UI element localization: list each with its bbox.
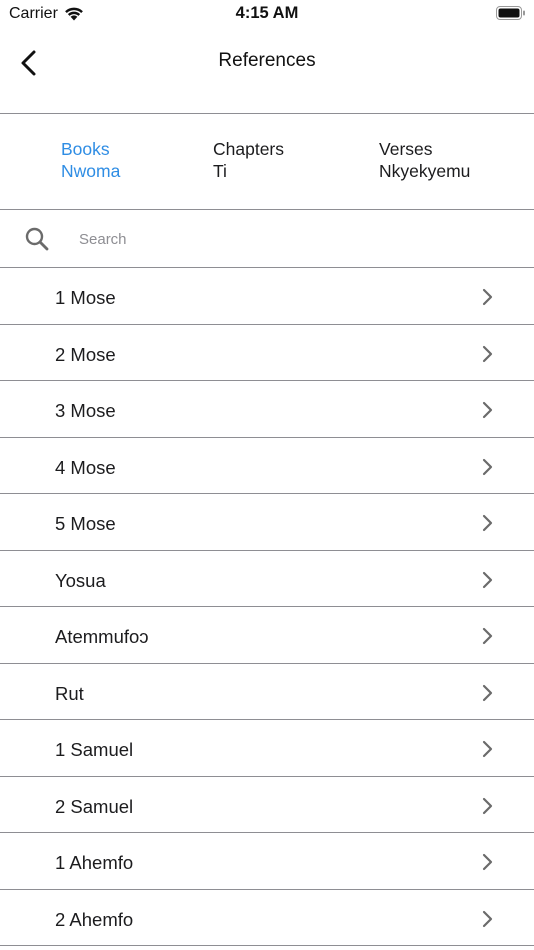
reference-tabs: Books Nwoma Chapters Ti Verses Nkyekyemu (0, 114, 534, 210)
book-name: 2 Samuel (55, 795, 134, 817)
search-bar (0, 210, 534, 268)
book-name: Rut (55, 682, 84, 704)
tab-chapters[interactable]: Chapters Ti (213, 138, 284, 182)
list-item[interactable]: Yosua (0, 551, 534, 607)
book-name: 1 Samuel (55, 739, 134, 760)
list-item[interactable]: 2 Ahemfo (0, 890, 534, 946)
book-name: Yosua (55, 569, 106, 591)
tab-books[interactable]: Books Nwoma (61, 138, 120, 182)
book-name: 3 Mose (55, 400, 116, 421)
list-item[interactable]: 2 Samuel (0, 777, 534, 833)
chevron-right-icon (482, 797, 493, 814)
book-list: 1 Mose 2 Mose 3 Mose 4 Mose 5 Mose Yosua Atemm… (0, 268, 534, 946)
list-item[interactable]: 5 Mose (0, 494, 534, 551)
list-item[interactable]: 1 Samuel (0, 720, 534, 777)
book-name: 1 Ahemfo (55, 852, 134, 873)
book-name: 4 Mose (55, 456, 116, 478)
book-name: 2 Ahemfo (55, 908, 134, 930)
chevron-right-icon (482, 288, 493, 306)
list-item[interactable]: 1 Ahemfo (0, 833, 534, 890)
book-name: 1 Mose (55, 287, 116, 308)
page-title: References (218, 50, 316, 71)
chevron-right-icon (482, 740, 493, 758)
tab-chapters-sublabel: Ti (213, 161, 227, 181)
list-item[interactable]: 2 Mose (0, 325, 534, 381)
tab-books-sublabel: Nwoma (61, 161, 121, 181)
book-name: 5 Mose (55, 513, 116, 534)
chevron-right-icon (482, 910, 493, 927)
search-icon (25, 227, 49, 251)
list-item[interactable]: 3 Mose (0, 381, 534, 438)
status-bar: Carrier 4:15 AM (0, 0, 534, 28)
tab-verses-label: Verses (379, 139, 433, 159)
book-name: Atemmufoɔ (55, 626, 149, 647)
list-item[interactable]: 4 Mose (0, 438, 534, 494)
battery-icon (496, 6, 525, 20)
chevron-right-icon (482, 853, 493, 871)
tab-books-label: Books (61, 139, 110, 159)
tab-chapters-label: Chapters (213, 139, 285, 159)
chevron-right-icon (482, 514, 493, 532)
chevron-right-icon (482, 571, 493, 588)
chevron-right-icon (482, 458, 493, 475)
tab-verses-sublabel: Nkyekyemu (379, 161, 471, 181)
list-item[interactable]: Atemmufoɔ (0, 607, 534, 664)
chevron-right-icon (482, 345, 493, 362)
chevron-right-icon (482, 401, 493, 419)
list-item[interactable]: Rut (0, 664, 534, 720)
chevron-right-icon (482, 627, 493, 645)
list-item[interactable]: 1 Mose (0, 268, 534, 325)
search-input[interactable] (79, 228, 499, 250)
navigation-bar: References (0, 28, 534, 114)
clock: 4:15 AM (235, 4, 299, 22)
chevron-right-icon (482, 684, 493, 701)
book-name: 2 Mose (55, 343, 116, 365)
tab-verses[interactable]: Verses Nkyekyemu (379, 138, 470, 182)
